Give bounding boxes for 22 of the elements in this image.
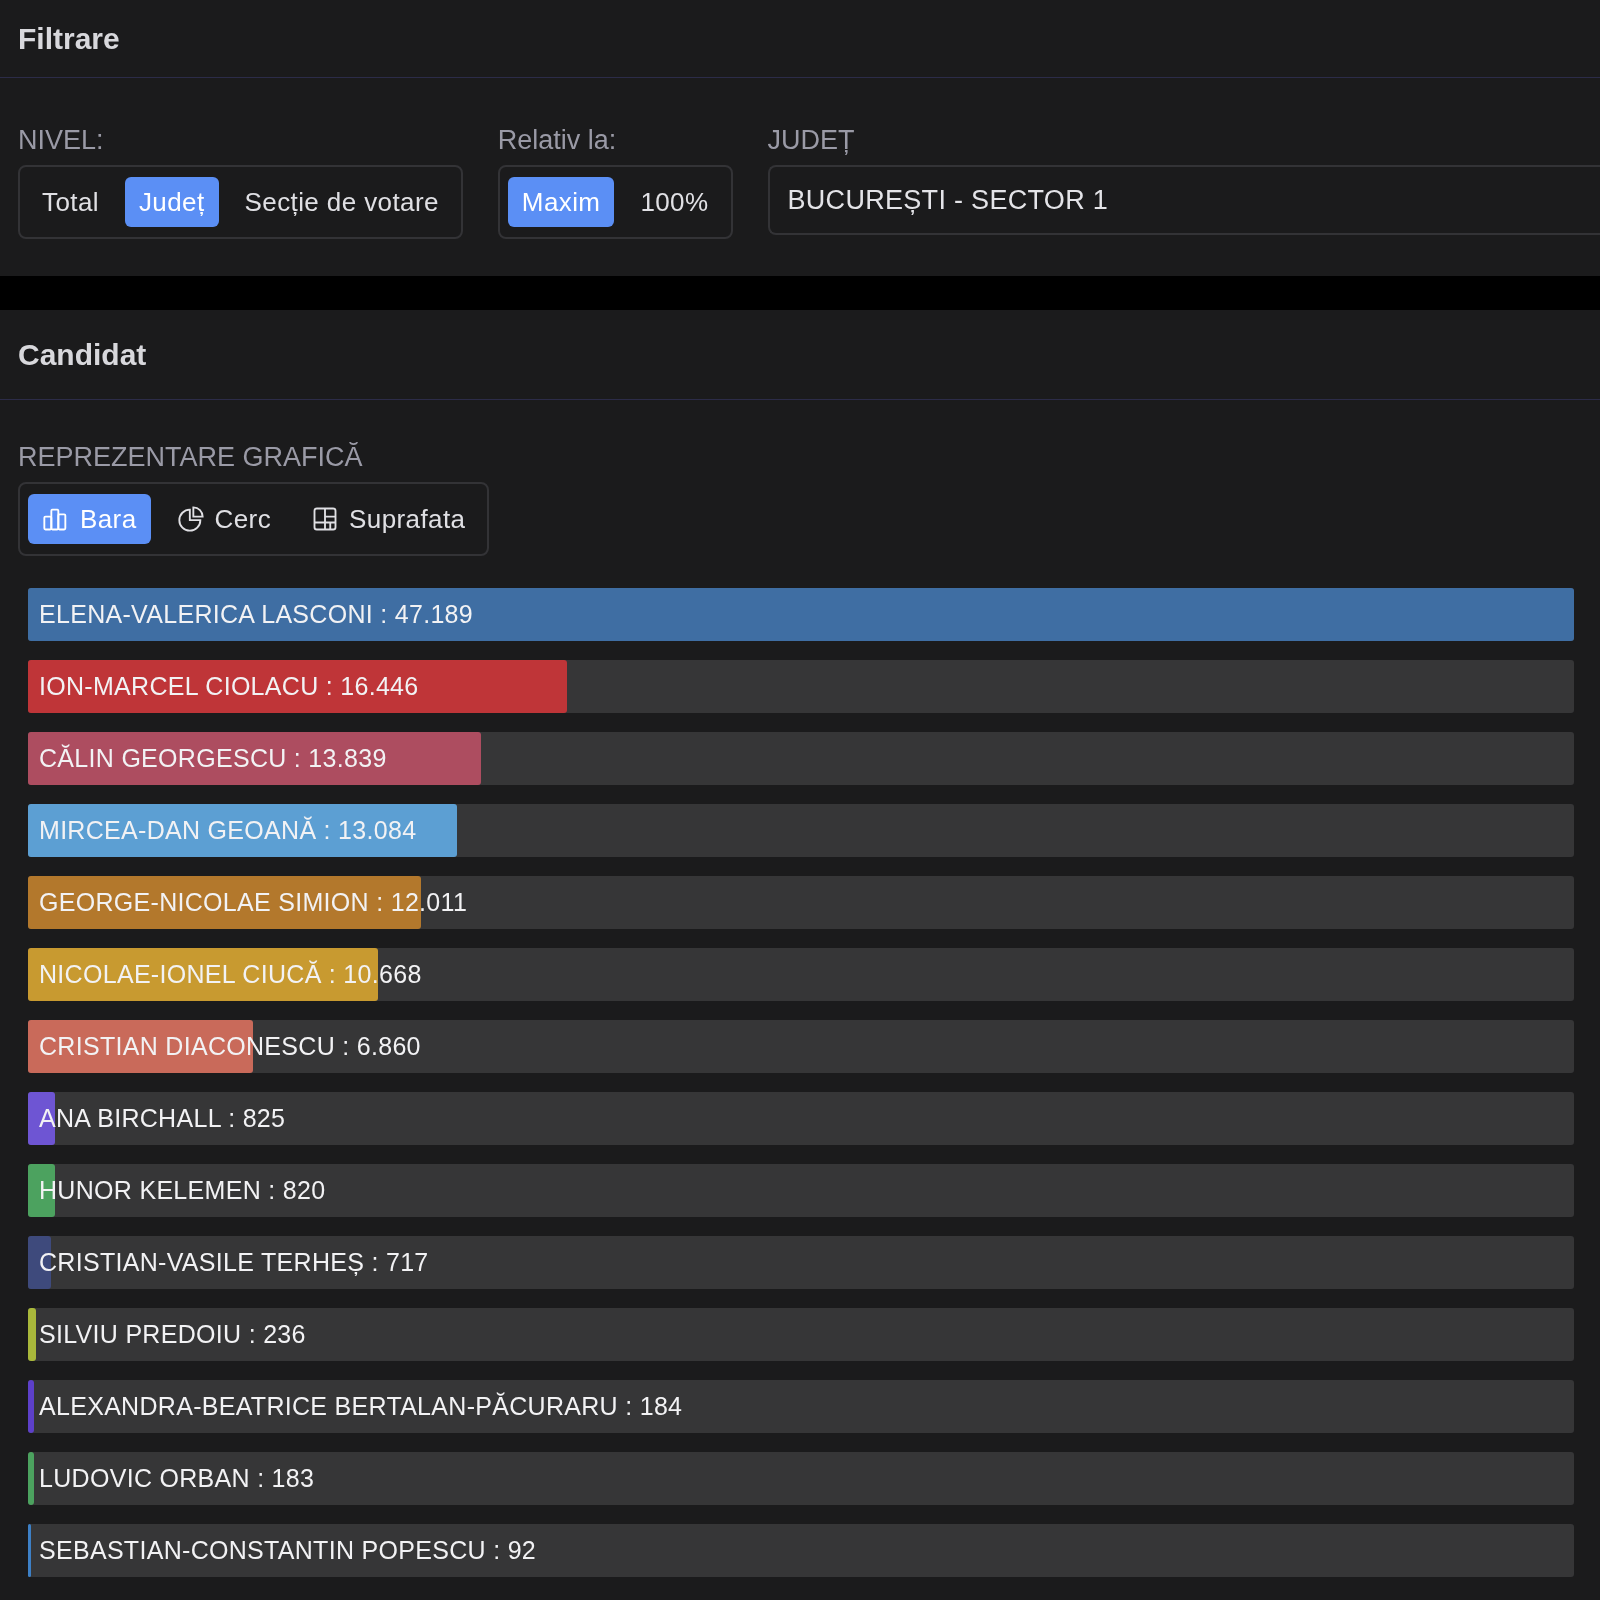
field-label: Relativ la: xyxy=(497,124,618,157)
bar-label: ELENA-VALERICA LASCONI : 47.189 xyxy=(39,599,474,630)
field-label: NIVEL: xyxy=(18,124,105,157)
chart-type-tab[interactable]: Suprafata xyxy=(297,494,480,544)
chart-type-tab[interactable]: Cerc xyxy=(162,494,286,544)
bar-label: ION-MARCEL CIOLACU : 16.446 xyxy=(39,671,419,702)
relative-option[interactable]: 100% xyxy=(626,177,723,227)
bar-label: SEBASTIAN-CONSTANTIN POPESCU : 92 xyxy=(39,1535,537,1566)
level-option[interactable]: Secție de votare xyxy=(230,177,453,227)
county-select[interactable]: BUCUREȘTI - SECTOR 1 xyxy=(767,165,1600,235)
bar-label: CRISTIAN-VASILE TERHEȘ : 717 xyxy=(39,1247,429,1278)
bar-label: CĂLIN GEORGESCU : 13.839 xyxy=(39,743,387,774)
panel-title: Candidat xyxy=(0,310,1600,400)
panel-title: Filtrare xyxy=(0,0,1600,78)
bar-label: SILVIU PREDOIU : 236 xyxy=(39,1319,306,1350)
pie-chart-icon xyxy=(176,505,205,533)
field-label: REPREZENTARE GRAFICĂ xyxy=(18,441,364,474)
bar-label: MIRCEA-DAN GEOANĂ : 13.084 xyxy=(39,815,417,846)
bar-label: ALEXANDRA-BEATRICE BERTALAN-PĂCURARU : 184 xyxy=(39,1391,683,1422)
field-label: JUDEȚ xyxy=(767,124,856,157)
level-option[interactable]: Total xyxy=(28,177,113,227)
bar-label: LUDOVIC ORBAN : 183 xyxy=(39,1463,315,1494)
